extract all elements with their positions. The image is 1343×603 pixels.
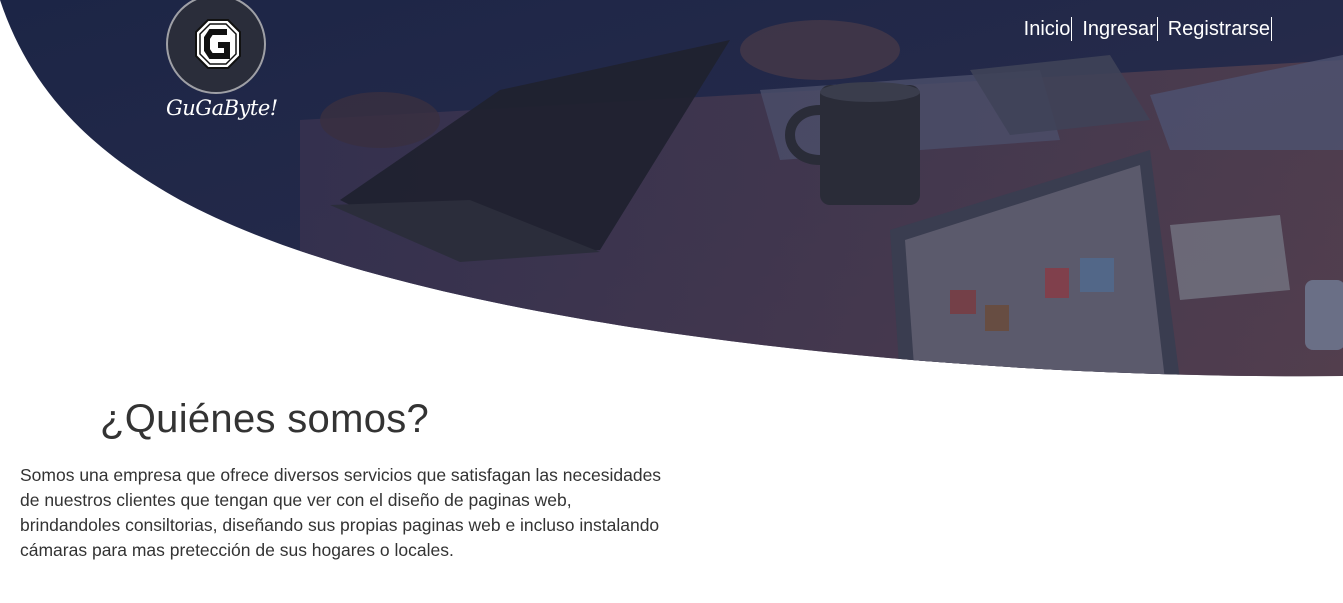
nav-item-inicio[interactable]: Inicio (1024, 17, 1073, 41)
nav-item-registrarse[interactable]: Registrarse (1158, 17, 1272, 41)
logo-g-icon (195, 19, 241, 69)
about-body: Somos una empresa que ofrece diversos se… (20, 465, 662, 560)
page: GuGaByte! Inicio Ingresar Registrarse ¿Q… (0, 0, 1343, 603)
nav-item-ingresar[interactable]: Ingresar (1072, 17, 1158, 41)
about-title: ¿Quiénes somos? (100, 397, 430, 441)
main-nav: Inicio Ingresar Registrarse (1024, 17, 1272, 41)
logo-badge (166, 0, 266, 94)
brand-name: GuGaByte! (166, 96, 278, 120)
brand-logo[interactable]: GuGaByte! (166, 0, 278, 130)
